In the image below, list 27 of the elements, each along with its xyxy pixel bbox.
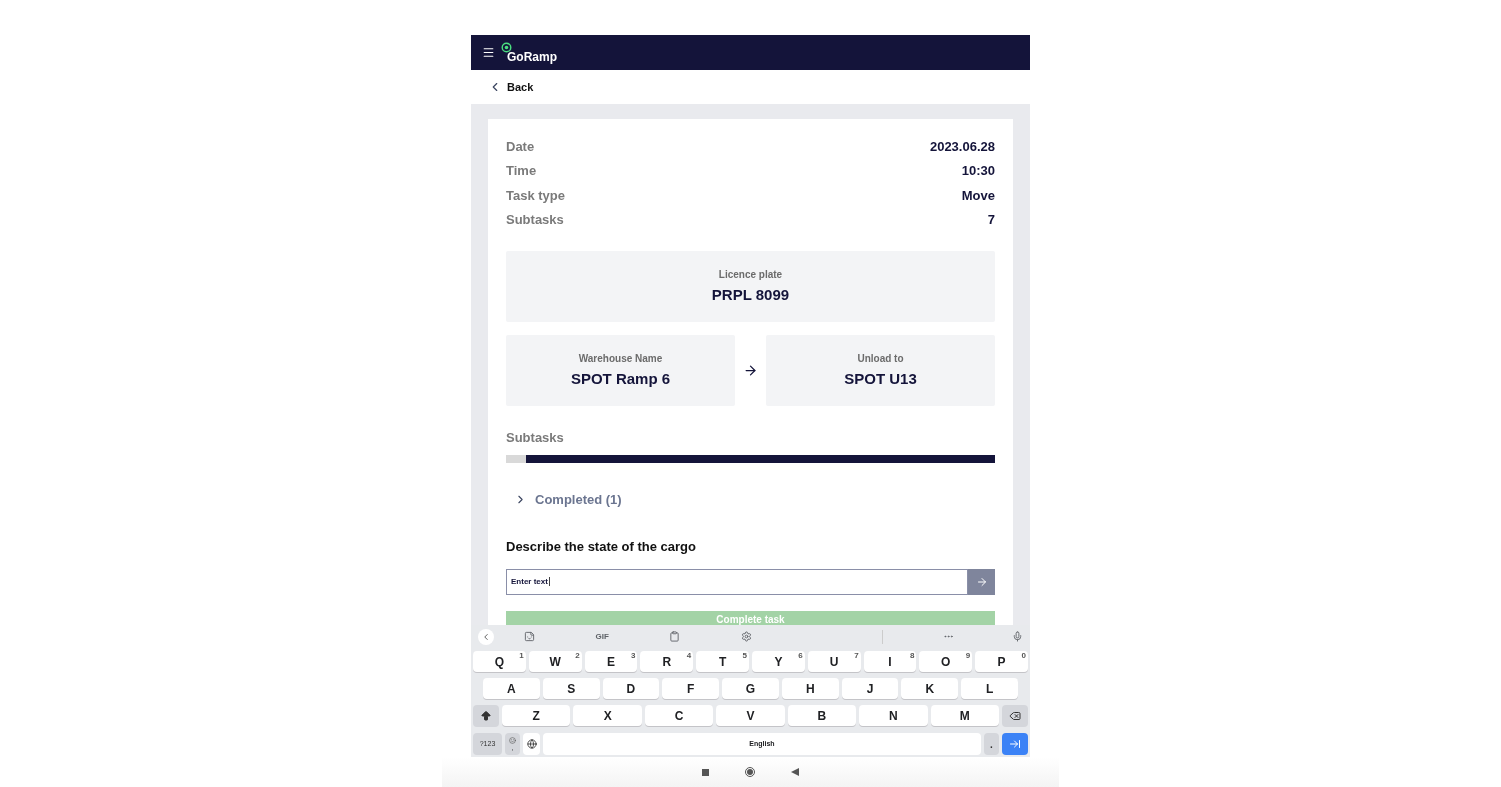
subtasks-title: Subtasks <box>506 429 565 447</box>
key-hint: 1 <box>519 651 524 660</box>
detail-label: Task type <box>506 186 565 205</box>
detail-value: 10:30 <box>961 162 995 180</box>
detail-label: Time <box>506 162 537 180</box>
key-hint: 5 <box>742 651 747 660</box>
key-hint: 0 <box>1021 651 1026 660</box>
licence-value: PRPL 8099 <box>711 284 790 305</box>
key-hint: 3 <box>630 651 636 660</box>
key-hint: 8 <box>909 651 915 660</box>
origin-value: SPOT Ramp 6 <box>570 368 671 389</box>
detail-value: 2023.06.28 <box>929 137 995 156</box>
key-hint: 9 <box>965 651 971 660</box>
key-hint: 6 <box>798 651 803 660</box>
detail-label: Subtasks <box>506 211 564 229</box>
licence-label: Licence plate <box>718 267 783 282</box>
destination-value: SPOT U13 <box>844 368 917 389</box>
key-hint: 2 <box>575 651 580 660</box>
destination-label: Unload to <box>857 351 904 366</box>
brand-name: GoRamp <box>506 50 557 64</box>
key-hint: 4 <box>686 651 692 660</box>
cargo-question: Describe the state of the cargo <box>506 538 697 556</box>
detail-label: Date <box>506 137 535 156</box>
origin-label: Warehouse Name <box>578 351 663 366</box>
detail-value: 7 <box>987 211 995 229</box>
detail-value: Move <box>961 186 995 205</box>
key-hint: 7 <box>854 651 859 660</box>
